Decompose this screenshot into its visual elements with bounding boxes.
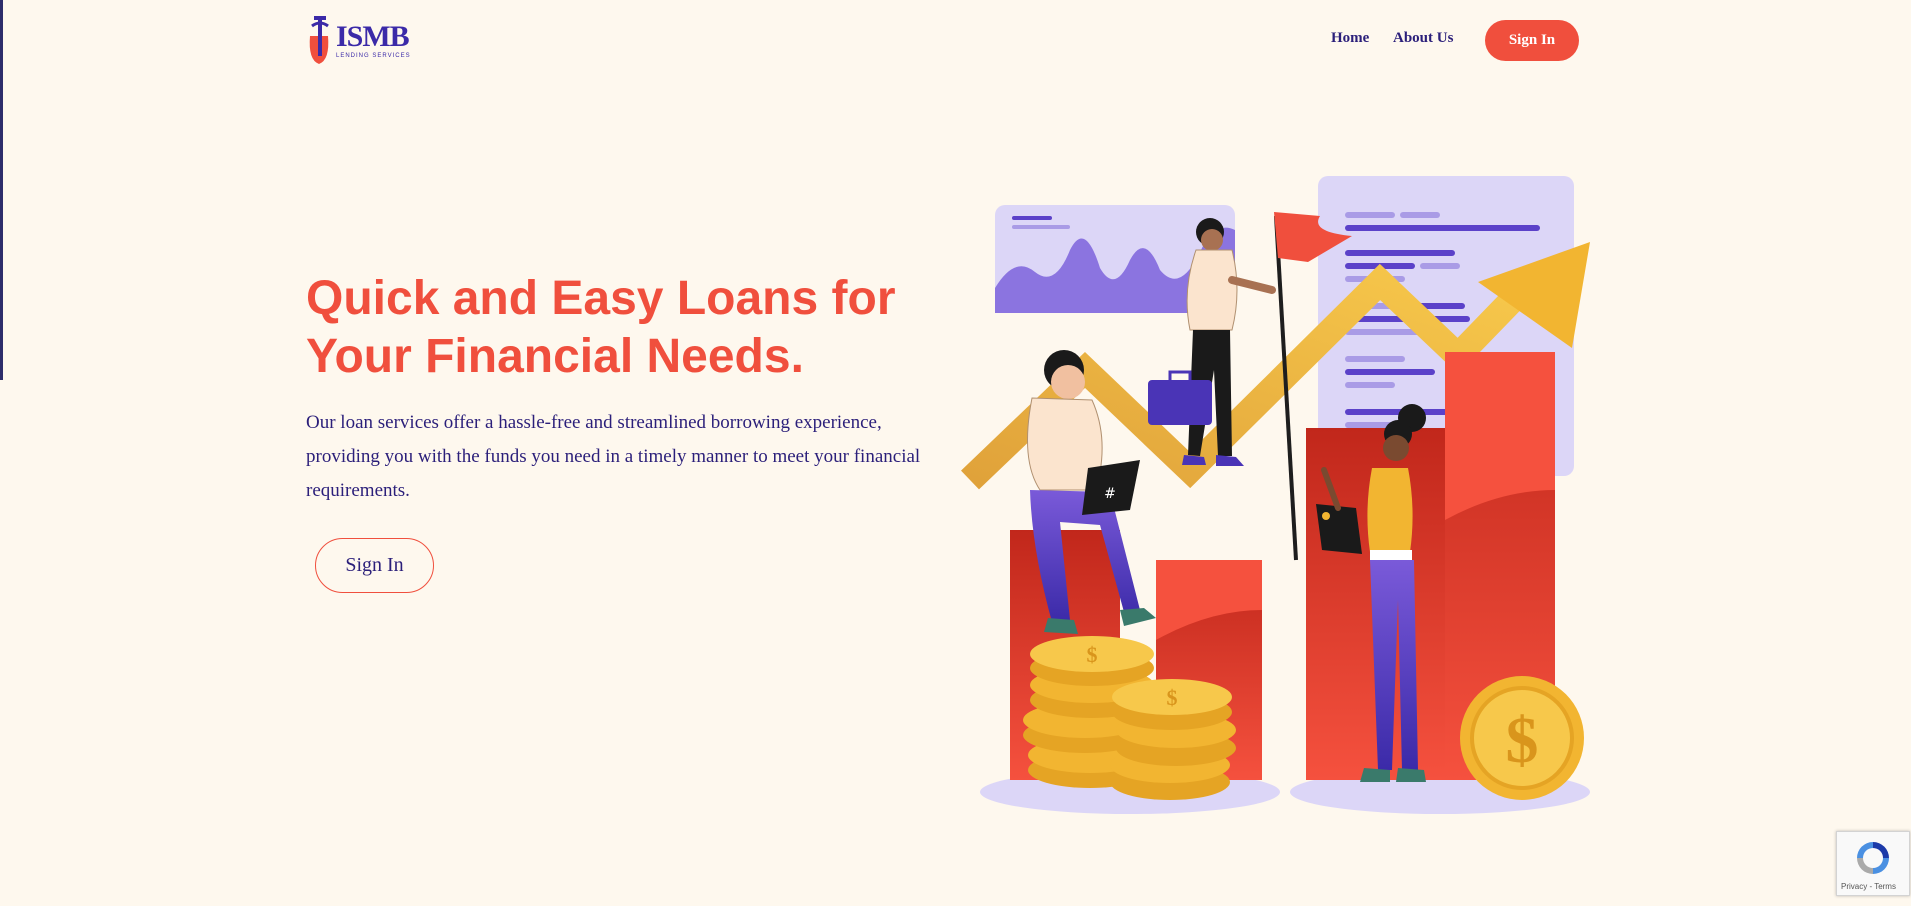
- recaptcha-badge[interactable]: Privacy - Terms: [1836, 831, 1910, 896]
- logo[interactable]: ISMB LENDING SERVICES: [306, 16, 410, 66]
- svg-text:$: $: [1087, 642, 1098, 667]
- svg-text:#: #: [1104, 486, 1116, 502]
- logo-mark-icon: [309, 16, 329, 64]
- nav-home-link[interactable]: Home: [1331, 30, 1369, 47]
- nav-about-link[interactable]: About Us: [1393, 30, 1453, 47]
- hero-title: Quick and Easy Loans for Your Financial …: [306, 272, 896, 383]
- svg-text:$: $: [1506, 704, 1539, 777]
- dollar-coin-icon: $: [1460, 676, 1584, 800]
- recaptcha-icon: [1857, 842, 1889, 874]
- site-header: ISMB LENDING SERVICES Home About Us Sign…: [0, 0, 1911, 80]
- hero-sign-in-button[interactable]: Sign In: [315, 538, 434, 593]
- logo-name: ISMB: [336, 20, 410, 53]
- hero-description: Our loan services offer a hassle-free an…: [306, 412, 921, 501]
- header-sign-in-button[interactable]: Sign In: [1485, 20, 1579, 61]
- hero-illustration: $ $ $ #: [961, 176, 1590, 814]
- recaptcha-terms-link[interactable]: Privacy - Terms: [1841, 882, 1896, 891]
- logo-tagline: LENDING SERVICES: [336, 53, 411, 59]
- svg-text:$: $: [1167, 685, 1178, 710]
